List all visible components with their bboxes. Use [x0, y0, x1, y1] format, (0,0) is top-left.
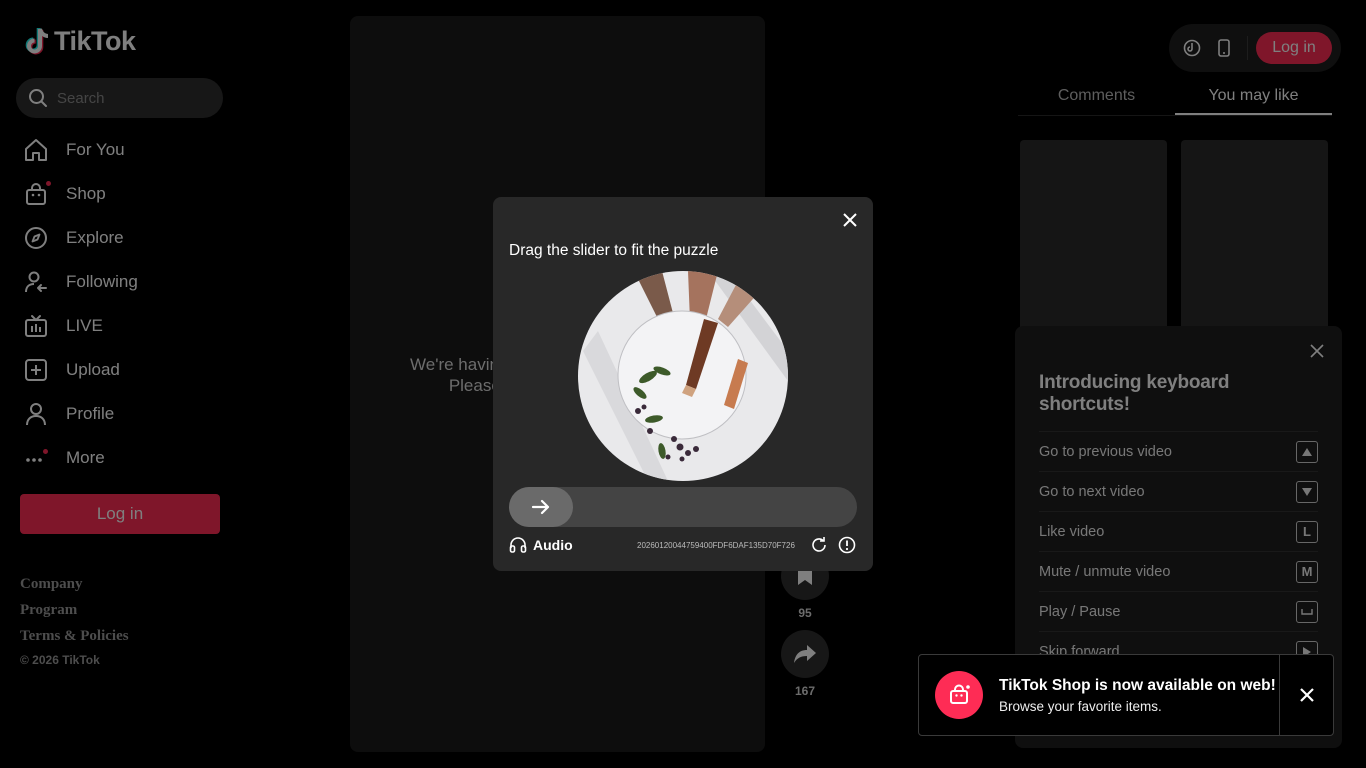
audio-captcha-button[interactable]: Audio	[509, 536, 573, 554]
toast-title: TikTok Shop is now available on web!	[999, 676, 1276, 694]
shopping-bag-icon	[935, 671, 983, 719]
refresh-icon[interactable]	[809, 535, 829, 555]
close-icon[interactable]	[843, 213, 857, 232]
toast-text: TikTok Shop is now available on web! Bro…	[999, 677, 1279, 714]
captcha-id: 20260120044759400FDF6DAF135D70F726E	[637, 540, 795, 550]
captcha-title: Drag the slider to fit the puzzle	[509, 242, 719, 259]
captcha-puzzle-image	[578, 271, 788, 481]
captcha-slider-handle[interactable]	[509, 487, 573, 527]
shop-toast: TikTok Shop is now available on web! Bro…	[918, 654, 1334, 736]
headphones-icon	[509, 537, 527, 553]
toast-subtitle: Browse your favorite items.	[999, 698, 1162, 714]
captcha-slider-track[interactable]	[509, 487, 857, 527]
captcha-footer: Audio 20260120044759400FDF6DAF135D70F726…	[509, 535, 857, 555]
audio-label: Audio	[533, 537, 573, 553]
close-icon	[1299, 688, 1314, 702]
captcha-dialog: Drag the slider to fit the puzzle Audio …	[493, 197, 873, 571]
report-info-icon[interactable]	[837, 535, 857, 555]
arrow-right-icon	[531, 499, 550, 515]
toast-close-button[interactable]	[1279, 655, 1333, 735]
